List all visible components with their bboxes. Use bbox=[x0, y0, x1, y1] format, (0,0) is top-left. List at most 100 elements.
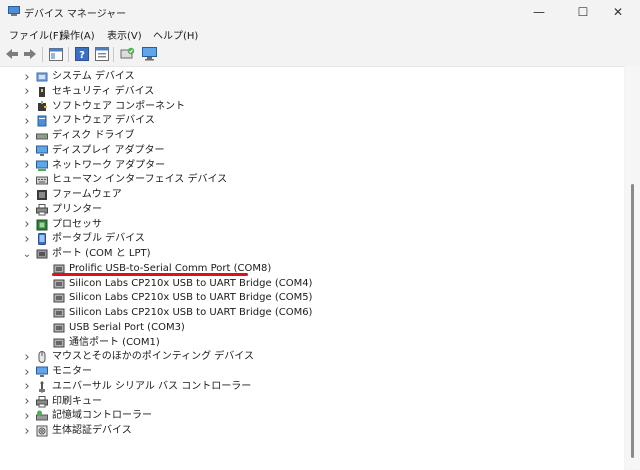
close-button[interactable]: ✕ bbox=[596, 0, 640, 24]
port-child-icon bbox=[53, 293, 65, 303]
tree-category[interactable]: › ソフトウェア コンポーネント bbox=[0, 99, 620, 114]
tree-item-label: 記憶域コントローラー bbox=[52, 410, 152, 422]
processor-icon bbox=[36, 219, 48, 230]
tree-item-label: ユニバーサル シリアル バス コントローラー bbox=[52, 380, 252, 392]
chevron-right-icon[interactable]: › bbox=[22, 365, 32, 380]
scan-hardware-icon[interactable] bbox=[119, 46, 135, 62]
tree-item-label: ヒューマン インターフェイス デバイス bbox=[52, 174, 228, 186]
tree-device[interactable]: Silicon Labs CP210x USB to UART Bridge (… bbox=[0, 291, 620, 305]
tree-item-label: ディスク ドライブ bbox=[52, 130, 135, 141]
tree-category[interactable]: ⌄ ポート (COM と LPT) bbox=[0, 247, 620, 261]
tree-device[interactable]: Silicon Labs CP210x USB to UART Bridge (… bbox=[0, 277, 620, 291]
chevron-right-icon[interactable]: › bbox=[22, 70, 32, 85]
hid-icon bbox=[36, 176, 48, 185]
tree-item-label: ネットワーク アダプター bbox=[52, 159, 166, 171]
tree-item-label: Silicon Labs CP210x USB to UART Bridge (… bbox=[69, 292, 313, 304]
minimize-icon: — bbox=[533, 5, 545, 19]
tree-item-label: モニター bbox=[52, 366, 92, 377]
tree-category[interactable]: › ディスク ドライブ bbox=[0, 129, 620, 144]
tree-item-label: Silicon Labs CP210x USB to UART Bridge (… bbox=[69, 277, 313, 289]
tree-item-label: ソフトウェア デバイス bbox=[52, 115, 155, 127]
tree-item-label: ファームウェア bbox=[52, 189, 122, 200]
chevron-right-icon[interactable]: › bbox=[22, 129, 32, 144]
tree-category[interactable]: › マウスとそのほかのポインティング デバイス bbox=[0, 350, 620, 365]
tree-category[interactable]: › ネットワーク アダプター bbox=[0, 158, 620, 173]
tree-item-label: ディスプレイ アダプター bbox=[52, 144, 165, 156]
tree-category[interactable]: › 印刷キュー bbox=[0, 394, 620, 409]
properties-icon[interactable] bbox=[94, 46, 110, 62]
chevron-right-icon[interactable]: › bbox=[22, 217, 32, 232]
chevron-right-icon[interactable]: › bbox=[22, 232, 32, 247]
chevron-right-icon[interactable]: › bbox=[22, 424, 32, 439]
tree-device[interactable]: Silicon Labs CP210x USB to UART Bridge (… bbox=[0, 306, 620, 320]
menu-view[interactable]: 表示(V) bbox=[107, 27, 142, 42]
tree-category[interactable]: › システム デバイス bbox=[0, 70, 620, 85]
chevron-right-icon[interactable]: › bbox=[22, 114, 32, 129]
tree-item-label: ポート (COM と LPT) bbox=[52, 248, 151, 259]
tree-category[interactable]: › プリンター bbox=[0, 202, 620, 217]
network-adapter-icon bbox=[36, 160, 48, 171]
monitor-icon[interactable] bbox=[141, 46, 157, 62]
menu-file[interactable]: ファイル(F) bbox=[9, 27, 63, 42]
toolbar-separator bbox=[113, 47, 114, 62]
port-child-icon bbox=[53, 323, 65, 333]
disk-drive-icon bbox=[36, 133, 48, 140]
chevron-right-icon[interactable]: › bbox=[22, 379, 32, 394]
chevron-right-icon[interactable]: › bbox=[22, 158, 32, 173]
tree-category[interactable]: › ユニバーサル シリアル バス コントローラー bbox=[0, 379, 620, 394]
tree-category[interactable]: › 記憶域コントローラー bbox=[0, 409, 620, 424]
help-icon[interactable]: ? bbox=[74, 46, 90, 62]
tree-category[interactable]: › ディスプレイ アダプター bbox=[0, 143, 620, 158]
red-underline-annotation bbox=[52, 273, 248, 276]
tree-item-label: プロセッサ bbox=[52, 218, 102, 230]
display-adapter-icon bbox=[36, 145, 48, 156]
menu-help[interactable]: ヘルプ(H) bbox=[153, 27, 198, 42]
tree-category[interactable]: › ソフトウェア デバイス bbox=[0, 114, 620, 129]
chevron-right-icon[interactable]: › bbox=[22, 188, 32, 203]
tree-category[interactable]: › ヒューマン インターフェイス デバイス bbox=[0, 173, 620, 188]
port-child-icon bbox=[53, 338, 65, 347]
chevron-right-icon[interactable]: › bbox=[22, 350, 32, 365]
tree-item-label: プリンター bbox=[52, 203, 102, 215]
chevron-right-icon[interactable]: › bbox=[22, 202, 32, 217]
device-manager-app-icon bbox=[8, 6, 20, 16]
port-icon bbox=[36, 249, 48, 259]
chevron-right-icon[interactable]: › bbox=[22, 84, 32, 99]
toolbar-separator bbox=[68, 47, 69, 62]
chevron-right-icon[interactable]: › bbox=[22, 143, 32, 158]
tree-category[interactable]: › ポータブル デバイス bbox=[0, 232, 620, 247]
storage-controller-icon bbox=[36, 410, 48, 421]
firmware-icon bbox=[37, 190, 47, 200]
device-tree[interactable]: › システム デバイス › セキュリティ デバイス › ソフトウェア コンポーネント › ソフ… bbox=[0, 66, 624, 470]
tree-category[interactable]: › 生体認証デバイス bbox=[0, 424, 620, 439]
tree-item-label: 生体認証デバイス bbox=[52, 425, 132, 436]
minimize-button[interactable]: — bbox=[517, 0, 561, 24]
security-device-icon bbox=[39, 86, 45, 97]
tree-category[interactable]: › モニター bbox=[0, 365, 620, 380]
tree-category[interactable]: › ファームウェア bbox=[0, 188, 620, 203]
monitor-icon bbox=[36, 366, 48, 377]
menu-bar: ファイル(F) 操作(A) 表示(V) ヘルプ(H) bbox=[0, 25, 640, 42]
chevron-right-icon[interactable]: › bbox=[22, 173, 32, 188]
vertical-scrollbar[interactable] bbox=[625, 66, 640, 469]
tree-device[interactable]: USB Serial Port (COM3) bbox=[0, 321, 620, 335]
tree-item-label: セキュリティ デバイス bbox=[52, 85, 155, 97]
chevron-right-icon[interactable]: › bbox=[22, 99, 32, 114]
scrollbar-thumb[interactable] bbox=[631, 184, 634, 458]
forward-icon[interactable] bbox=[22, 46, 38, 62]
chevron-down-icon[interactable]: ⌄ bbox=[22, 247, 32, 261]
back-icon[interactable] bbox=[4, 46, 20, 62]
chevron-right-icon[interactable]: › bbox=[22, 394, 32, 409]
tree-category[interactable]: › セキュリティ デバイス bbox=[0, 84, 620, 99]
close-icon: ✕ bbox=[612, 5, 624, 19]
tree-device[interactable]: 通信ポート (COM1) bbox=[0, 336, 620, 350]
tree-item-label: USB Serial Port (COM3) bbox=[69, 321, 185, 333]
maximize-icon: ☐ bbox=[577, 5, 589, 19]
show-hide-tree-icon[interactable] bbox=[48, 46, 64, 62]
tree-category[interactable]: › プロセッサ bbox=[0, 217, 620, 232]
chevron-right-icon[interactable]: › bbox=[22, 409, 32, 424]
window-title: デバイス マネージャー bbox=[24, 9, 127, 20]
mouse-icon bbox=[38, 351, 46, 364]
tree-item-label: マウスとそのほかのポインティング デバイス bbox=[52, 351, 254, 363]
menu-action[interactable]: 操作(A) bbox=[60, 27, 95, 42]
